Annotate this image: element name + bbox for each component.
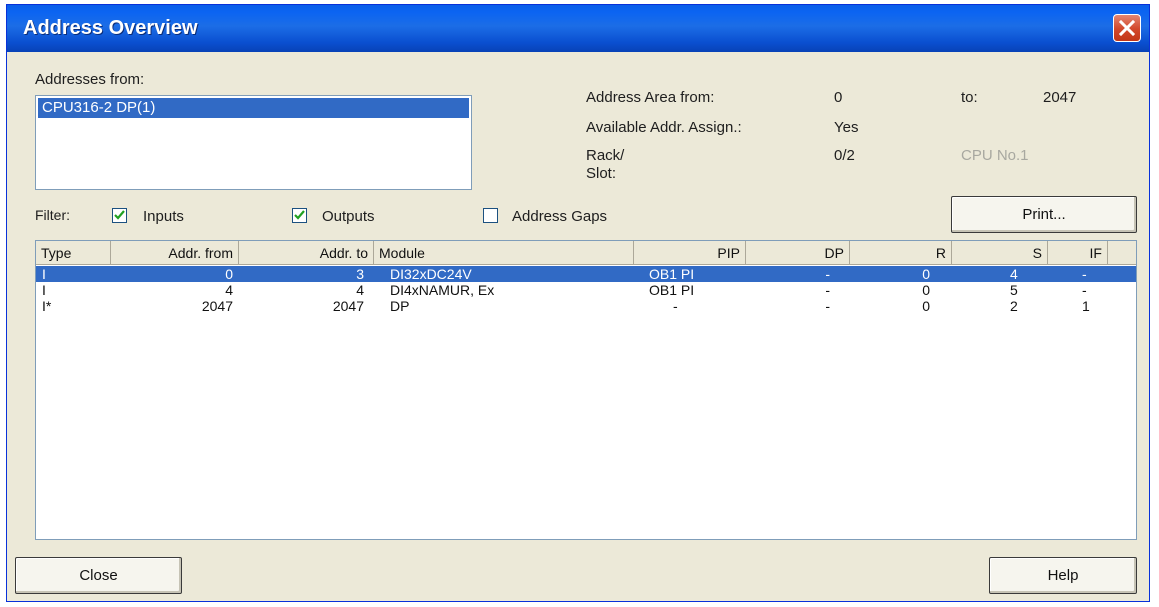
address-area-from-label: Address Area from: bbox=[586, 89, 715, 106]
cell-if: - bbox=[1082, 266, 1087, 282]
cell-r: 0 bbox=[922, 282, 930, 298]
available-addr-label: Available Addr. Assign.: bbox=[586, 119, 742, 136]
column-header-dp[interactable]: DP bbox=[746, 241, 850, 265]
help-button[interactable]: Help bbox=[989, 557, 1137, 594]
cell-dp: - bbox=[825, 282, 830, 298]
address-overview-dialog: Address Overview Addresses from: CPU316-… bbox=[6, 4, 1150, 602]
cell-s: 5 bbox=[1010, 282, 1018, 298]
cell-addr-from: 4 bbox=[225, 282, 233, 298]
inputs-checkbox[interactable] bbox=[112, 208, 127, 223]
outputs-checkbox[interactable] bbox=[292, 208, 307, 223]
cell-s: 4 bbox=[1010, 266, 1018, 282]
cell-type: I bbox=[42, 282, 46, 298]
close-button[interactable]: Close bbox=[15, 557, 182, 594]
cell-if: 1 bbox=[1082, 298, 1090, 314]
cell-pip: - bbox=[673, 298, 678, 314]
cell-module: DI4xNAMUR, Ex bbox=[390, 282, 495, 298]
column-header-s[interactable]: S bbox=[952, 241, 1048, 265]
cpu-number: CPU No.1 bbox=[961, 147, 1029, 164]
print-button[interactable]: Print... bbox=[951, 196, 1137, 233]
cell-r: 0 bbox=[922, 266, 930, 282]
cell-addr-from: 0 bbox=[225, 266, 233, 282]
address-gaps-label[interactable]: Address Gaps bbox=[512, 208, 607, 225]
column-header-module[interactable]: Module bbox=[374, 241, 634, 265]
rack-label: Rack/ bbox=[586, 147, 625, 164]
cell-s: 2 bbox=[1010, 298, 1018, 314]
cell-type: I bbox=[42, 266, 46, 282]
column-header-filler bbox=[1108, 241, 1136, 265]
rack-slot-value: 0/2 bbox=[834, 147, 855, 164]
close-window-button[interactable] bbox=[1113, 14, 1141, 42]
address-area-from-value: 0 bbox=[834, 89, 843, 106]
column-header-pip[interactable]: PIP bbox=[634, 241, 746, 265]
cell-r: 0 bbox=[922, 298, 930, 314]
table-row[interactable]: I* 2047 2047 DP - - 0 2 1 bbox=[36, 298, 1136, 314]
column-header-addr-to[interactable]: Addr. to bbox=[239, 241, 374, 265]
slot-label: Slot: bbox=[586, 165, 617, 182]
column-header-addr-from[interactable]: Addr. from bbox=[111, 241, 239, 265]
cell-addr-to: 4 bbox=[356, 282, 364, 298]
table-row[interactable]: I 0 3 DI32xDC24V OB1 PI - 0 4 - bbox=[36, 266, 1136, 282]
title-bar[interactable]: Address Overview bbox=[7, 5, 1149, 52]
available-addr-value: Yes bbox=[834, 119, 859, 136]
cell-addr-to: 2047 bbox=[332, 298, 364, 314]
cell-dp: - bbox=[825, 298, 830, 314]
cell-addr-to: 3 bbox=[356, 266, 364, 282]
cell-module: DI32xDC24V bbox=[390, 266, 472, 282]
cell-if: - bbox=[1082, 282, 1087, 298]
checkmark-icon bbox=[114, 210, 125, 220]
outputs-checkbox-label[interactable]: Outputs bbox=[322, 208, 375, 225]
table-row[interactable]: I 4 4 DI4xNAMUR, Ex OB1 PI - 0 5 - bbox=[36, 282, 1136, 298]
cell-pip: OB1 PI bbox=[649, 282, 695, 298]
checkmark-icon bbox=[294, 210, 305, 220]
column-header-if[interactable]: IF bbox=[1048, 241, 1108, 265]
addresses-listbox[interactable]: CPU316-2 DP(1) bbox=[35, 95, 472, 190]
address-table[interactable]: Type Addr. from Addr. to Module PIP DP R… bbox=[35, 240, 1137, 540]
close-icon bbox=[1119, 20, 1135, 36]
inputs-checkbox-label[interactable]: Inputs bbox=[143, 208, 184, 225]
column-header-type[interactable]: Type bbox=[36, 241, 111, 265]
address-area-to-value: 2047 bbox=[1043, 89, 1077, 106]
listbox-item-cpu[interactable]: CPU316-2 DP(1) bbox=[38, 98, 469, 118]
cell-addr-from: 2047 bbox=[201, 298, 233, 314]
cell-dp: - bbox=[825, 266, 830, 282]
address-area-to-label: to: bbox=[961, 89, 978, 106]
window-title: Address Overview bbox=[23, 17, 198, 39]
column-header-r[interactable]: R bbox=[850, 241, 952, 265]
filter-label: Filter: bbox=[35, 207, 70, 223]
cell-pip: OB1 PI bbox=[649, 266, 695, 282]
addresses-from-label: Addresses from: bbox=[35, 71, 145, 88]
cell-type: I* bbox=[42, 298, 52, 314]
cell-module: DP bbox=[390, 298, 410, 314]
address-gaps-checkbox[interactable] bbox=[483, 208, 498, 223]
